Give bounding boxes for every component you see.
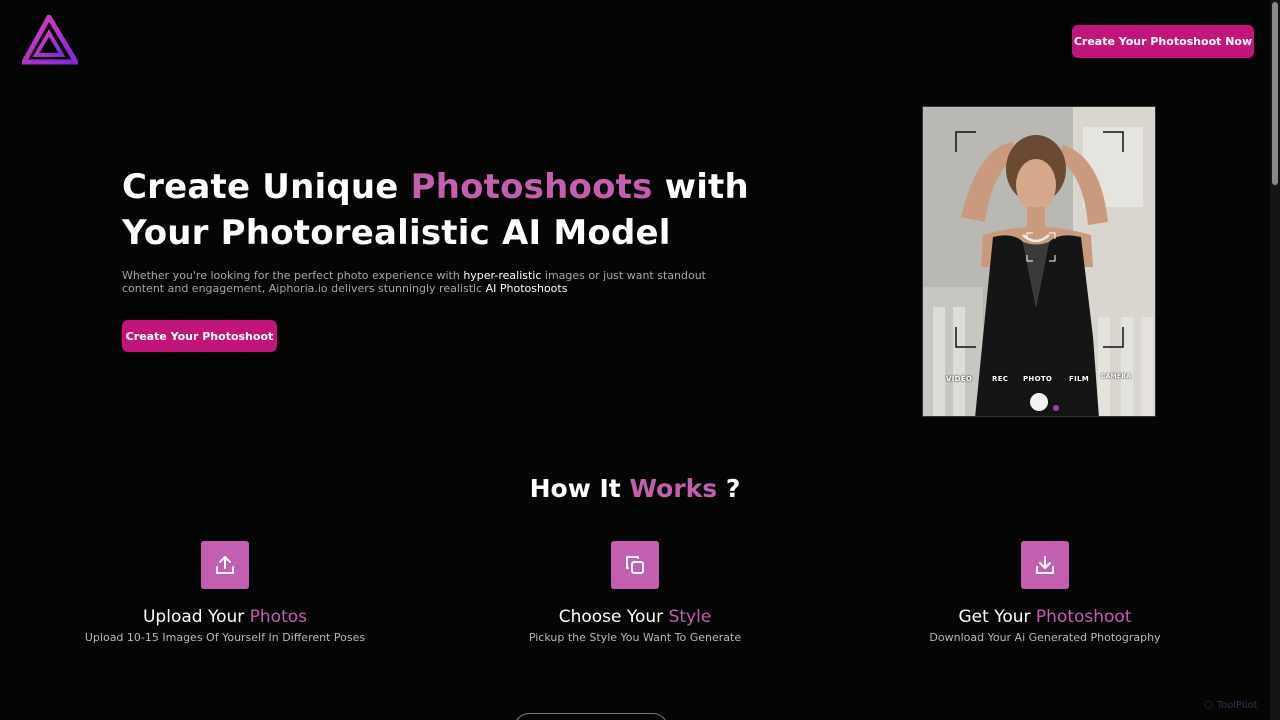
camera-mode-rec: REC	[992, 375, 1009, 383]
how-title-accent: Works	[629, 474, 718, 503]
how-title-part1: How It	[529, 474, 630, 503]
hero-title-line2: Your Photorealistic AI Model	[122, 213, 671, 253]
hero-title-part1: Create Unique	[122, 167, 411, 207]
hero-title: Create Unique Photoshoots with Your Phot…	[122, 164, 762, 256]
watermark: ⬡ ToolPilot	[1204, 700, 1258, 711]
next-section-button[interactable]	[514, 713, 668, 720]
camera-mode-camera: CAMERA	[1101, 373, 1132, 380]
how-title-part2: ?	[717, 474, 741, 503]
hero-desc-highlight-1: hyper-realistic	[463, 269, 542, 282]
hero-title-part2: with	[652, 167, 749, 207]
copy-icon	[611, 541, 659, 589]
hero-desc-highlight-2: AI Photoshoots	[485, 282, 568, 295]
step-download-title-text: Get Your	[958, 607, 1036, 627]
camera-mode-film: FILM	[1069, 375, 1090, 383]
page: Create Your Photoshoot Now Create Unique…	[0, 0, 1280, 720]
step-download-desc: Download Your Ai Generated Photography	[929, 631, 1161, 644]
hero-description: Whether you're looking for the perfect p…	[122, 269, 732, 295]
download-icon	[1021, 541, 1069, 589]
step-style-desc: Pickup the Style You Want To Generate	[528, 631, 742, 644]
step-upload: Upload Your Photos Upload 10-15 Images O…	[55, 541, 395, 645]
step-style-title-accent: Style	[668, 607, 712, 627]
hero-photo: VIDEO REC PHOTO FILM CAMERA	[922, 106, 1156, 417]
create-photoshoot-now-button[interactable]: Create Your Photoshoot Now	[1072, 25, 1254, 58]
step-style-title: Choose Your Style	[465, 606, 805, 628]
create-photoshoot-button[interactable]: Create Your Photoshoot	[122, 320, 277, 352]
step-download: Get Your Photoshoot Download Your Ai Gen…	[875, 541, 1215, 645]
logo[interactable]	[22, 15, 78, 65]
step-upload-title-text: Upload Your	[142, 607, 250, 627]
camera-mode-video: VIDEO	[946, 375, 973, 383]
watermark-icon: ⬡	[1204, 700, 1213, 711]
step-upload-title-accent: Photos	[249, 607, 308, 627]
shutter-button	[1030, 393, 1048, 411]
scrollbar-thumb[interactable]	[1272, 2, 1278, 185]
camera-mode-photo: PHOTO	[1023, 375, 1053, 383]
step-download-title-accent: Photoshoot	[1035, 607, 1132, 627]
hero-title-accent: Photoshoots	[410, 167, 653, 207]
step-upload-title: Upload Your Photos	[55, 606, 395, 628]
how-it-works-title: How It Works ?	[0, 474, 1270, 503]
step-style-title-text: Choose Your	[558, 607, 669, 627]
carousel-dot[interactable]	[1053, 405, 1059, 411]
watermark-text: ToolPilot	[1216, 700, 1258, 711]
model-photo-illustration	[923, 107, 1155, 416]
upload-icon	[201, 541, 249, 589]
step-style: Choose Your Style Pickup the Style You W…	[465, 541, 805, 645]
step-upload-desc: Upload 10-15 Images Of Yourself In Diffe…	[84, 631, 366, 644]
step-download-title: Get Your Photoshoot	[875, 606, 1215, 628]
hero-desc-part1: Whether you're looking for the perfect p…	[122, 269, 464, 282]
